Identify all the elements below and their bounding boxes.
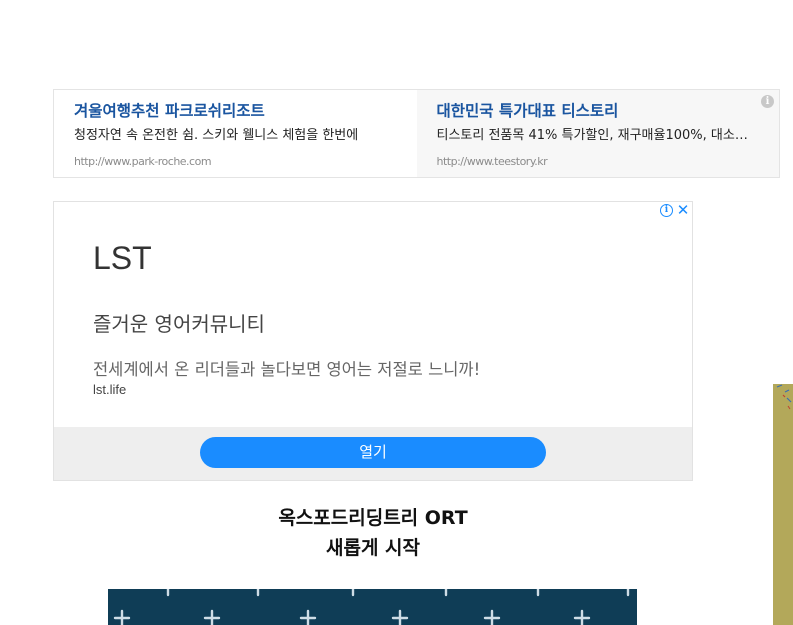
text-ad-strip: 겨울여행추천 파크로쉬리조트 청정자연 속 온전한 쉼. 스키와 웰니스 체험을…	[53, 89, 780, 178]
close-icon[interactable]: ✕	[676, 203, 690, 218]
page: 겨울여행추천 파크로쉬리조트 청정자연 속 온전한 쉼. 스키와 웰니스 체험을…	[0, 0, 793, 625]
ad-choices[interactable]: i ✕	[660, 203, 690, 218]
text-ad-description[interactable]: 티스토리 전품목 41% 특가할인, 재구매율100%, 대소량 구매 가능	[437, 127, 760, 145]
text-ad-item[interactable]: 대한민국 특가대표 티스토리 티스토리 전품목 41% 특가할인, 재구매율10…	[416, 90, 779, 177]
text-ad-title[interactable]: 대한민국 특가대표 티스토리	[437, 101, 760, 121]
ad-choices-info-icon[interactable]: i	[660, 204, 673, 217]
cross-pattern	[113, 589, 630, 625]
text-ad-description[interactable]: 청정자연 속 온전한 쉼. 스키와 웰니스 체험을 한번에	[74, 127, 397, 145]
promo-banner-image[interactable]	[108, 589, 637, 625]
text-ad-item[interactable]: 겨울여행추천 파크로쉬리조트 청정자연 속 온전한 쉼. 스키와 웰니스 체험을…	[54, 90, 417, 177]
text-ad-url[interactable]: http://www.teestory.kr	[437, 155, 760, 169]
ad-brand-name: LST	[93, 240, 152, 276]
ad-info-icon[interactable]: i	[761, 95, 774, 108]
ad-domain: lst.life	[93, 382, 127, 397]
display-ad[interactable]: i ✕ LST 즐거운 영어커뮤니티 전세계에서 온 리더들과 놀다보면 영어는…	[53, 201, 693, 481]
ad-description: 전세계에서 온 리더들과 놀다보면 영어는 저절로 느니까!	[93, 360, 481, 379]
text-ad-title[interactable]: 겨울여행추천 파크로쉬리조트	[74, 101, 397, 121]
ad-headline: 즐거운 영어커뮤니티	[93, 312, 265, 336]
promo-line-2: 새롭게 시작	[325, 537, 420, 559]
text-ad-url[interactable]: http://www.park-roche.com	[74, 155, 397, 169]
side-banner-image[interactable]	[773, 384, 793, 625]
promo-heading: 옥스포드리딩트리 ORT 새롭게 시작	[53, 503, 693, 563]
ad-footer: 열기	[54, 427, 692, 480]
open-button[interactable]: 열기	[200, 437, 546, 468]
side-image-art	[776, 384, 792, 410]
promo-line-1: 옥스포드리딩트리 ORT	[278, 507, 468, 529]
